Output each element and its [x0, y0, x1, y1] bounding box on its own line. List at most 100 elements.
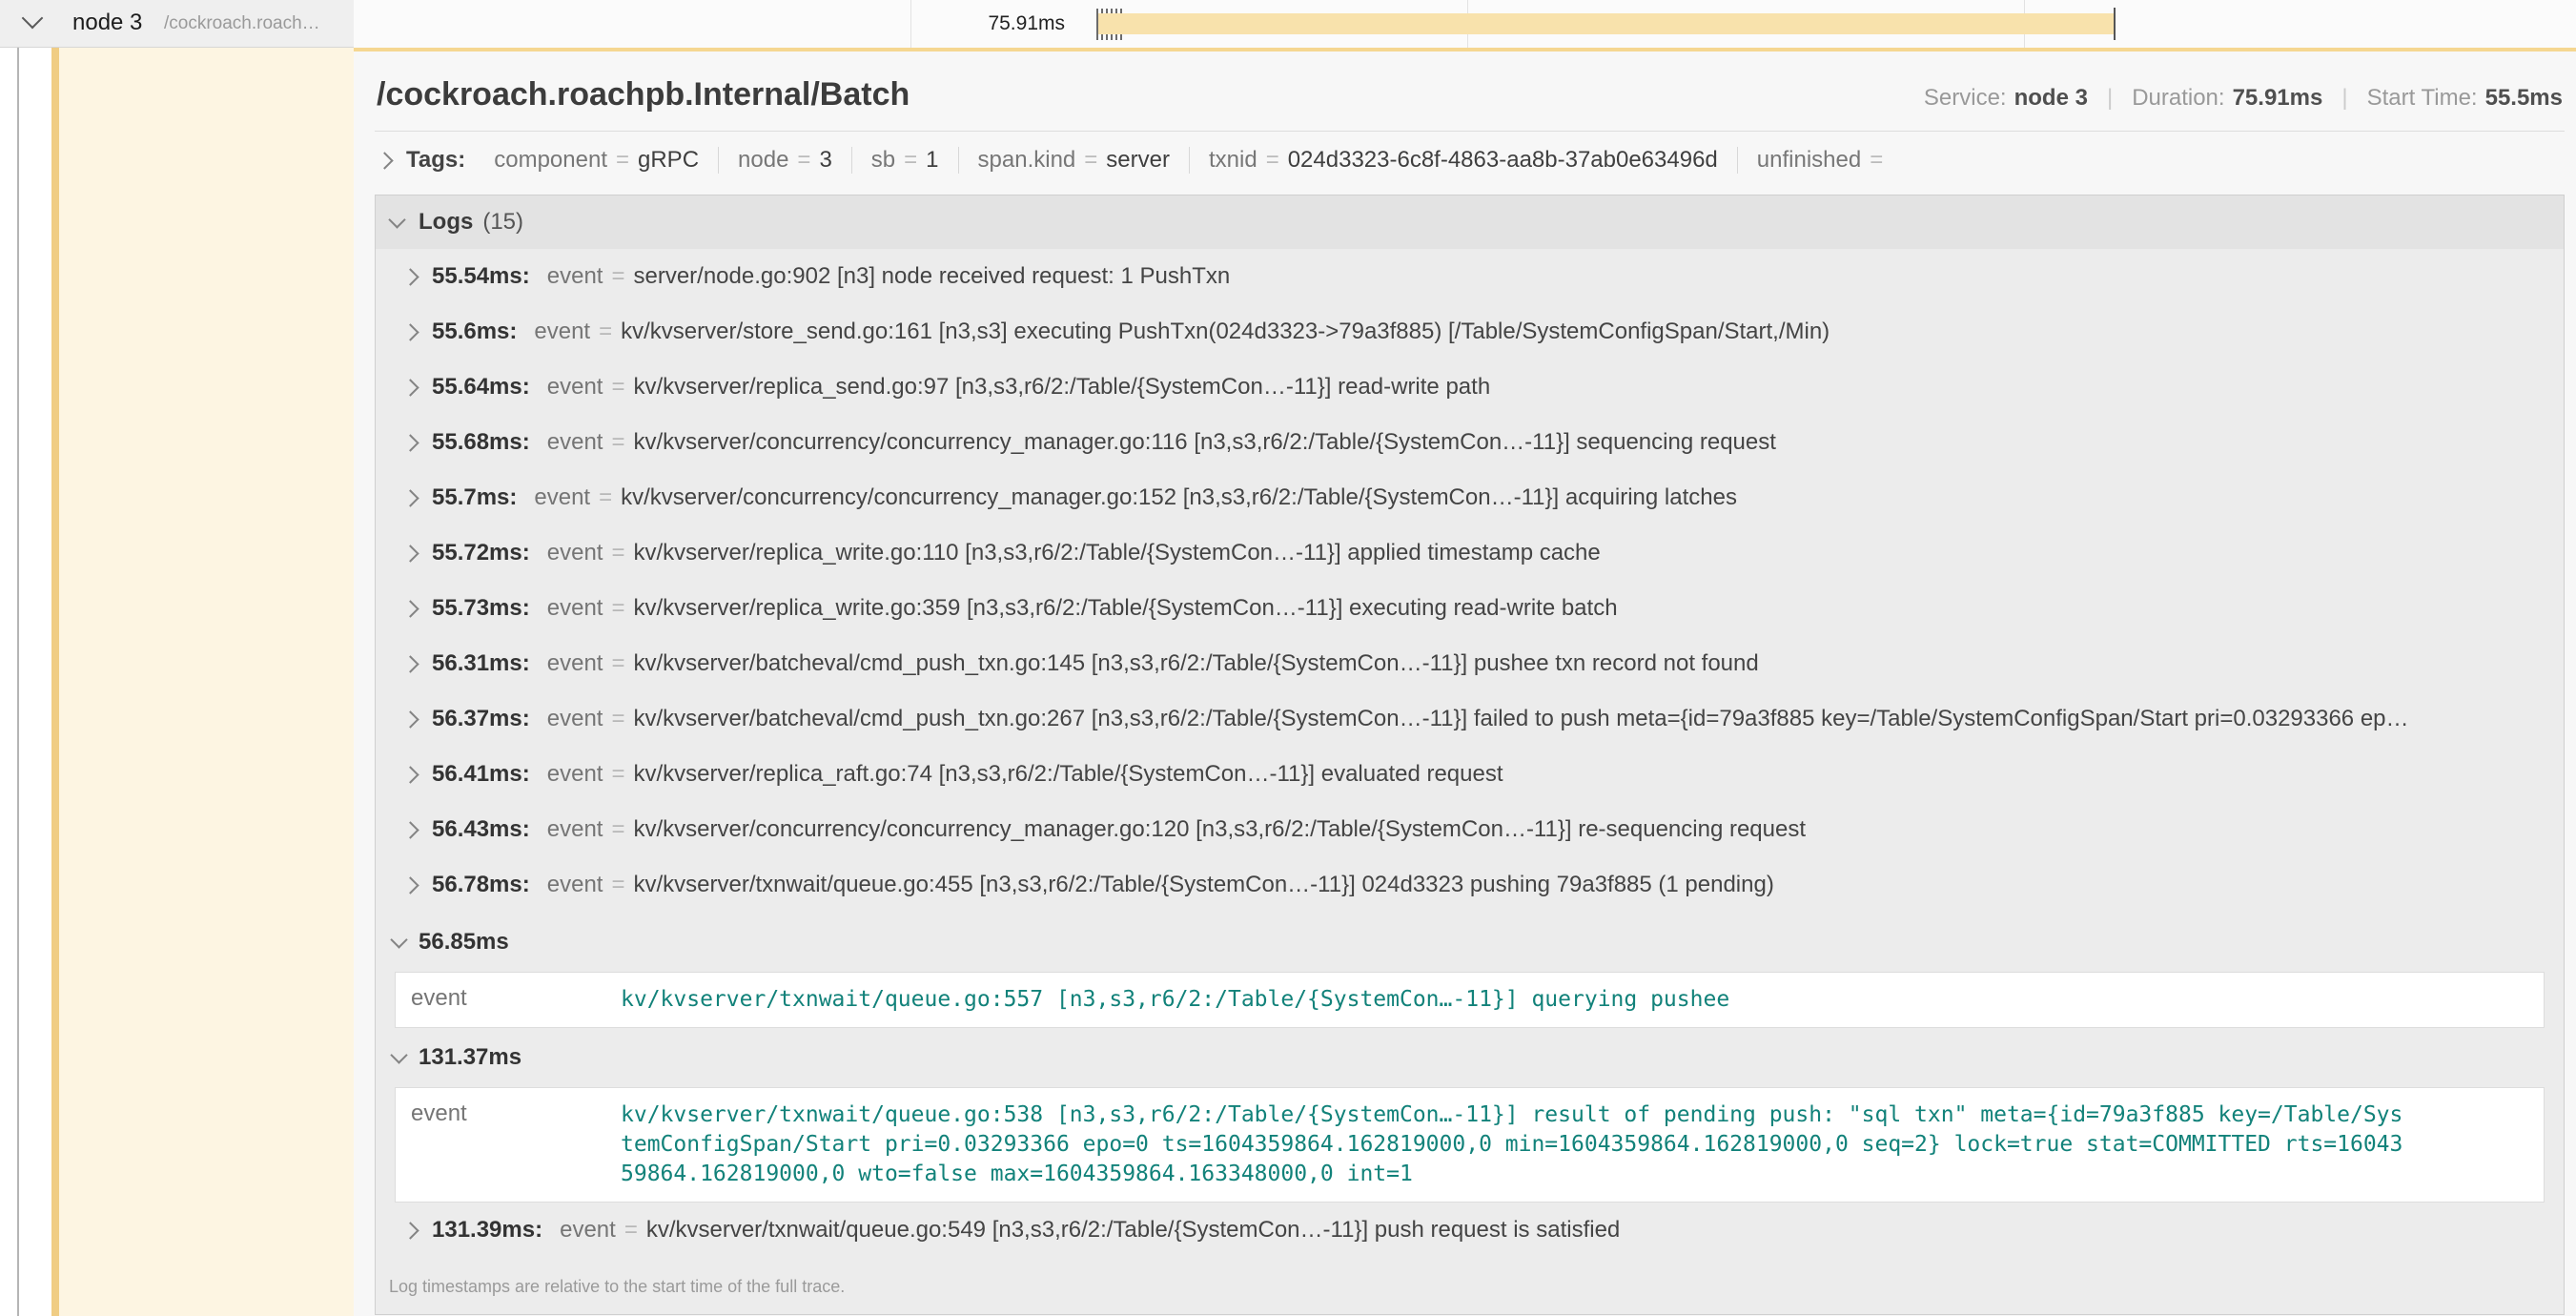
- span-duration-label: 75.91ms: [926, 12, 1065, 35]
- log-field-value: kv/kvserver/txnwait/queue.go:538 [n3,s3,…: [621, 1100, 2408, 1189]
- chevron-right-icon[interactable]: [401, 489, 419, 506]
- chevron-right-icon[interactable]: [376, 152, 393, 169]
- log-detail-card: event kv/kvserver/txnwait/queue.go:557 […: [395, 972, 2545, 1028]
- log-entry-row[interactable]: 55.54ms: event = server/node.go:902 [n3]…: [376, 249, 2564, 304]
- chevron-right-icon[interactable]: [401, 600, 419, 617]
- log-timestamp: 56.41ms:: [432, 761, 530, 788]
- tag-item: node = 3: [718, 147, 851, 174]
- chevron-down-icon[interactable]: [390, 931, 407, 948]
- tag-key: node: [738, 147, 788, 174]
- log-equals: =: [611, 761, 624, 788]
- tag-item: span.kind = server: [958, 147, 1189, 174]
- meta-separator: |: [2107, 85, 2113, 112]
- chevron-right-icon[interactable]: [401, 545, 419, 562]
- log-message: kv/kvserver/batcheval/cmd_push_txn.go:14…: [633, 650, 1758, 677]
- log-entry-row[interactable]: 55.7ms: event = kv/kvserver/concurrency/…: [376, 470, 2564, 525]
- log-equals: =: [611, 595, 624, 622]
- tag-equals: =: [797, 147, 810, 174]
- log-entry-expanded-header[interactable]: 131.37ms: [376, 1028, 2564, 1087]
- logs-footer-note: Log timestamps are relative to the start…: [376, 1258, 2564, 1314]
- log-field-name: event: [547, 761, 603, 788]
- log-timestamp: 56.78ms:: [432, 872, 530, 898]
- log-message: kv/kvserver/concurrency/concurrency_mana…: [633, 816, 1806, 843]
- chevron-right-icon[interactable]: [401, 655, 419, 672]
- logs-header[interactable]: Logs (15): [375, 195, 2565, 249]
- log-entry-row[interactable]: 55.68ms: event = kv/kvserver/concurrency…: [376, 415, 2564, 470]
- log-entry-row[interactable]: 55.72ms: event = kv/kvserver/replica_wri…: [376, 525, 2564, 581]
- chevron-right-icon[interactable]: [401, 323, 419, 340]
- log-message: kv/kvserver/replica_write.go:110 [n3,s3,…: [633, 540, 1600, 566]
- log-entry-row[interactable]: 56.78ms: event = kv/kvserver/txnwait/que…: [376, 857, 2564, 913]
- log-field-name: event: [547, 595, 603, 622]
- log-equals: =: [599, 319, 612, 345]
- log-timestamp: 131.37ms: [419, 1044, 521, 1071]
- log-field-name: event: [534, 484, 590, 511]
- log-entry-row[interactable]: 55.64ms: event = kv/kvserver/replica_sen…: [376, 360, 2564, 415]
- log-equals: =: [624, 1217, 638, 1244]
- log-field-name: event: [560, 1217, 616, 1244]
- logs-title: Logs: [419, 209, 473, 236]
- tag-key: unfinished: [1757, 147, 1861, 174]
- header-divider: [375, 131, 2565, 132]
- log-equals: =: [611, 650, 624, 677]
- chevron-right-icon[interactable]: [401, 710, 419, 728]
- log-field-name: event: [547, 872, 603, 898]
- span-detail-panel: /cockroach.roachpb.Internal/Batch Servic…: [354, 48, 2576, 1316]
- service-value: node 3: [2014, 85, 2088, 112]
- log-entry-expanded-header[interactable]: 56.85ms: [376, 913, 2564, 972]
- log-entry-row[interactable]: 56.41ms: event = kv/kvserver/replica_raf…: [376, 747, 2564, 802]
- span-row-name-cell[interactable]: node 3 /cockroach.roach…: [0, 0, 354, 48]
- log-timestamp: 56.85ms: [419, 929, 509, 956]
- tags-toggle-row[interactable]: Tags: component = gRPC node = 3 sb = 1 s…: [378, 147, 2563, 174]
- tag-key: sb: [871, 147, 895, 174]
- log-timestamp: 55.54ms:: [432, 263, 530, 290]
- log-equals: =: [611, 706, 624, 732]
- chevron-right-icon[interactable]: [401, 434, 419, 451]
- log-timestamp: 55.6ms:: [432, 319, 517, 345]
- meta-separator: |: [2341, 85, 2347, 112]
- log-entry-row[interactable]: 56.31ms: event = kv/kvserver/batcheval/c…: [376, 636, 2564, 691]
- chevron-right-icon[interactable]: [401, 766, 419, 783]
- column-resizer[interactable]: [17, 0, 19, 1316]
- log-entry-row[interactable]: 55.6ms: event = kv/kvserver/store_send.g…: [376, 304, 2564, 360]
- log-equals: =: [611, 263, 624, 290]
- chevron-right-icon[interactable]: [401, 821, 419, 838]
- logs-count: (15): [482, 209, 523, 236]
- log-timestamp: 131.39ms:: [432, 1217, 542, 1244]
- duration-value: 75.91ms: [2233, 85, 2323, 112]
- span-operation-name: /cockroach.roach…: [164, 13, 320, 34]
- log-timestamp: 55.72ms:: [432, 540, 530, 566]
- log-entry-row[interactable]: 56.43ms: event = kv/kvserver/concurrency…: [376, 802, 2564, 857]
- chevron-down-icon[interactable]: [388, 211, 405, 228]
- log-equals: =: [611, 374, 624, 401]
- chevron-right-icon[interactable]: [401, 876, 419, 894]
- timeline-gridline: [910, 0, 911, 48]
- log-equals: =: [611, 816, 624, 843]
- log-field-name: event: [547, 540, 603, 566]
- span-timeline-row[interactable]: 75.91ms: [354, 0, 2576, 48]
- log-entry-row[interactable]: 56.37ms: event = kv/kvserver/batcheval/c…: [376, 691, 2564, 747]
- tag-value: 1: [926, 147, 938, 174]
- span-operation-title: /cockroach.roachpb.Internal/Batch: [377, 76, 910, 113]
- log-field-name: event: [547, 374, 603, 401]
- span-bar[interactable]: [1098, 13, 2115, 34]
- chevron-down-icon[interactable]: [390, 1046, 407, 1063]
- tag-equals: =: [1084, 147, 1097, 174]
- log-timestamp: 56.31ms:: [432, 650, 530, 677]
- log-entry-row[interactable]: 55.73ms: event = kv/kvserver/replica_wri…: [376, 581, 2564, 636]
- log-timestamp: 56.43ms:: [432, 816, 530, 843]
- chevron-right-icon[interactable]: [401, 1222, 419, 1239]
- log-entry-expanded: 56.85ms event kv/kvserver/txnwait/queue.…: [376, 913, 2564, 1028]
- chevron-right-icon[interactable]: [401, 379, 419, 396]
- span-detail-header: /cockroach.roachpb.Internal/Batch Servic…: [377, 76, 2563, 113]
- log-field-name: event: [534, 319, 590, 345]
- duration-label: Duration:: [2132, 85, 2224, 112]
- chevron-down-icon[interactable]: [22, 8, 44, 30]
- tag-item: txnid = 024d3323-6c8f-4863-aa8b-37ab0e63…: [1189, 147, 1737, 174]
- tags-list: component = gRPC node = 3 sb = 1 span.ki…: [475, 147, 1911, 174]
- chevron-right-icon[interactable]: [401, 268, 419, 285]
- span-meta: Service: node 3 | Duration: 75.91ms | St…: [1924, 85, 2563, 112]
- start-time-label: Start Time:: [2367, 85, 2478, 112]
- log-entry-row[interactable]: 131.39ms: event = kv/kvserver/txnwait/qu…: [376, 1203, 2564, 1258]
- span-color-accent-bar: [51, 0, 59, 1316]
